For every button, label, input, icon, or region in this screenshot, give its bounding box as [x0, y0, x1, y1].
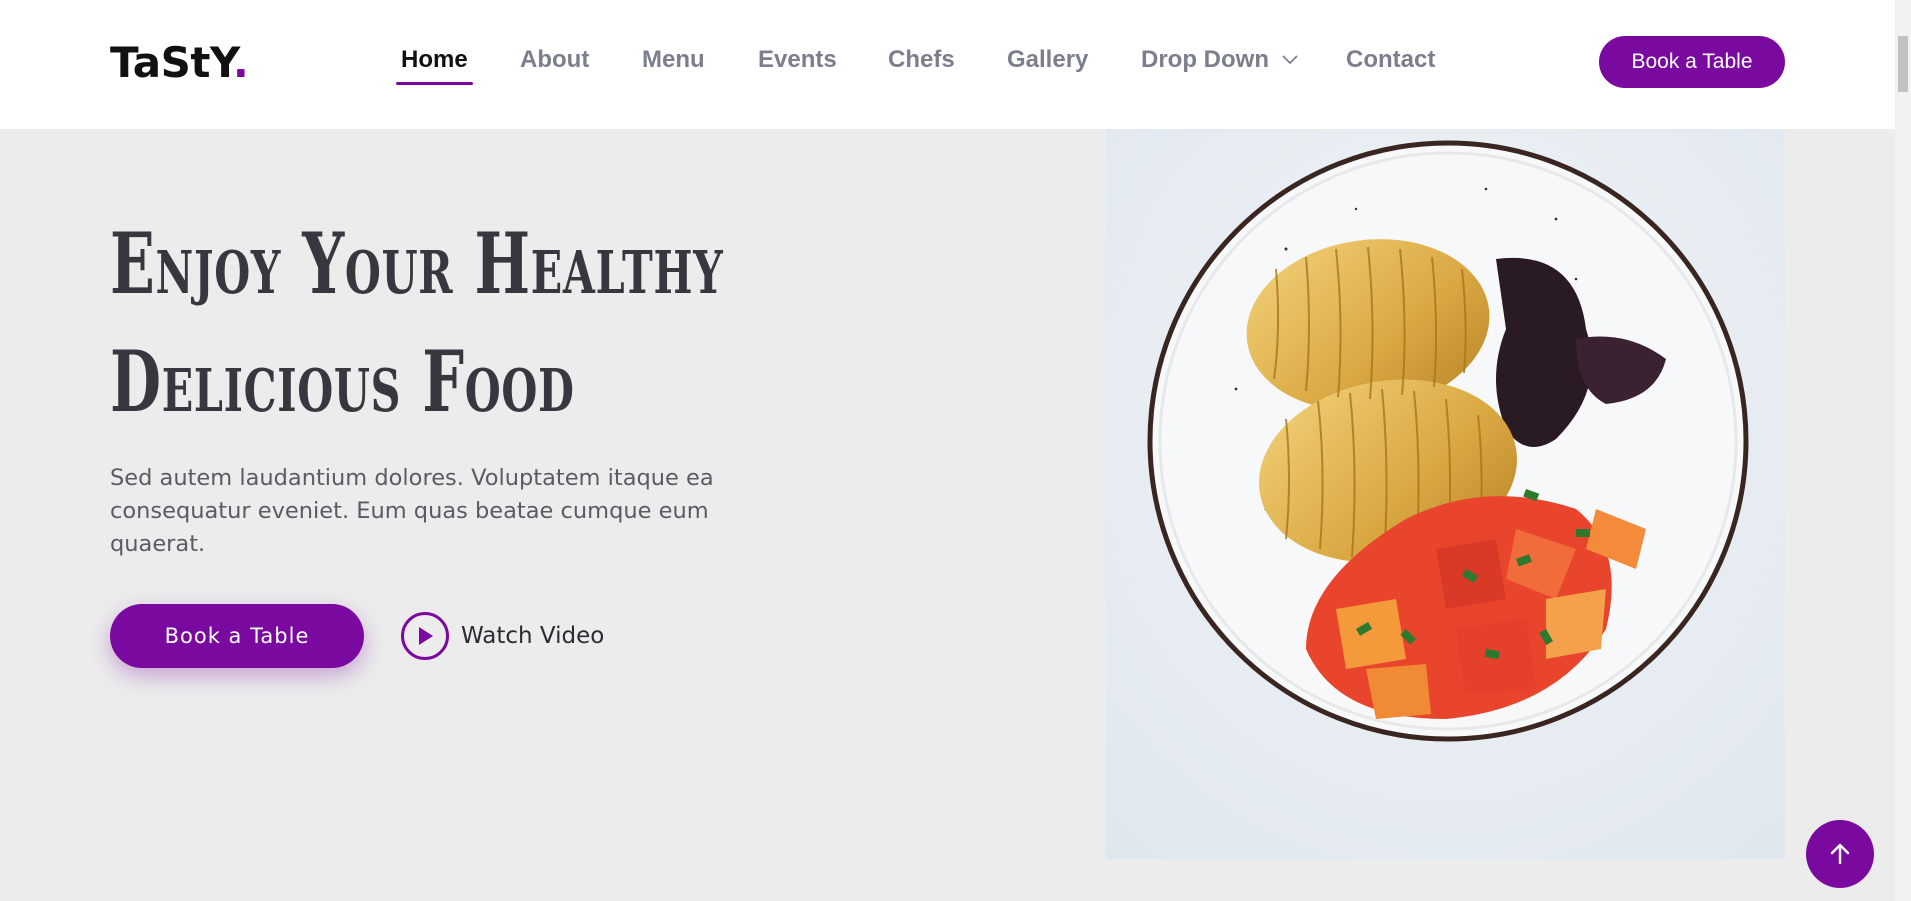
hero-title-line-2: Delicious Food [110, 332, 575, 431]
nav-menu[interactable]: Menu [642, 46, 705, 74]
page: TaStY. Home About Menu Events Chefs Gall… [0, 0, 1911, 901]
nav-events[interactable]: Events [758, 46, 837, 74]
nav-drop-down-label: Drop Down [1141, 46, 1269, 73]
nav-gallery[interactable]: Gallery [1007, 46, 1088, 74]
play-icon [401, 612, 449, 660]
nav-drop-down[interactable]: Drop Down [1141, 46, 1298, 75]
active-nav-underline [396, 82, 473, 85]
chevron-down-icon [1282, 44, 1298, 72]
nav-home[interactable]: Home [401, 46, 468, 74]
book-a-table-hero-button[interactable]: Book a Table [110, 604, 364, 668]
nav-about[interactable]: About [520, 46, 589, 74]
hero-title-line-1: Enjoy Your Healthy [110, 214, 724, 313]
back-to-top-button[interactable] [1806, 820, 1874, 888]
arrow-up-icon [1830, 843, 1850, 865]
scrollbar-thumb[interactable] [1898, 36, 1908, 92]
hero-title: Enjoy Your Healthy Delicious Food [110, 205, 724, 441]
watch-video-label: Watch Video [461, 623, 605, 649]
hero-food-image [1106, 129, 1785, 859]
page-scrollbar[interactable] [1895, 0, 1911, 901]
nav-chefs[interactable]: Chefs [888, 46, 955, 74]
hero-description: Sed autem laudantium dolores. Voluptatem… [110, 465, 714, 557]
page-bottom-strip [0, 888, 1895, 901]
book-a-table-header-button[interactable]: Book a Table [1599, 36, 1785, 88]
watch-video-button[interactable]: Watch Video [401, 611, 604, 661]
nav-contact[interactable]: Contact [1346, 46, 1435, 74]
site-header: TaStY. Home About Menu Events Chefs Gall… [0, 0, 1895, 129]
